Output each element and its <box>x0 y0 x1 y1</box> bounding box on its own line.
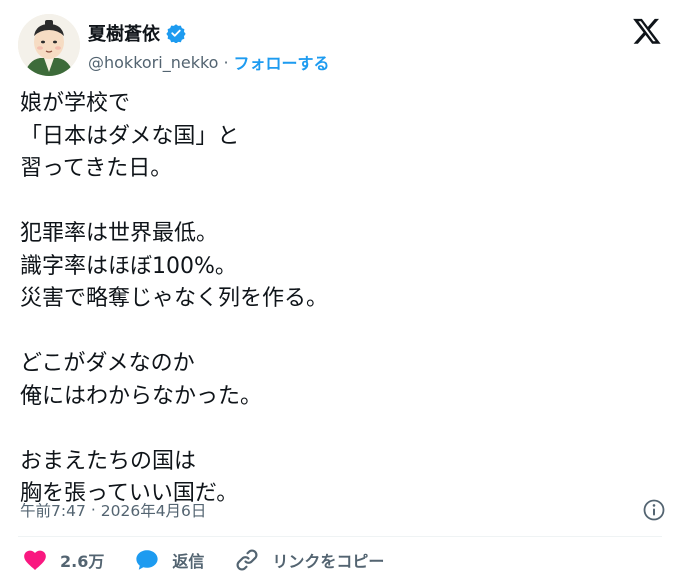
tweet-line: 識字率はほぼ100%。 <box>20 253 237 279</box>
tweet-date[interactable]: 2026年4月6日 <box>101 499 207 521</box>
handle[interactable]: @hokkori_nekko <box>88 53 218 72</box>
timestamp-separator: · <box>90 501 96 519</box>
handle-separator: · <box>223 52 229 72</box>
tweet-card: 夏樹蒼依 @hokkori_nekko · フォローする 娘が学校で 「日本はダ… <box>0 0 680 580</box>
tweet-time[interactable]: 午前7:47 <box>20 499 86 521</box>
name-row: 夏樹蒼依 <box>88 20 186 46</box>
tweet-line: 「日本はダメな国」と <box>20 123 240 149</box>
follow-button[interactable]: フォローする <box>234 50 330 74</box>
tweet-text: 娘が学校で 「日本はダメな国」と 習ってきた日。 犯罪率は世界最低。 識字率はほ… <box>20 88 660 511</box>
tweet-line: 娘が学校で <box>20 91 131 116</box>
x-logo-icon[interactable] <box>632 16 662 46</box>
tweet-line: 災害で略奪じゃなく列を作る。 <box>20 286 329 311</box>
copy-link-label: リンクをコピー <box>272 552 385 571</box>
speech-bubble-icon <box>134 547 160 573</box>
tweet-line: 俺にはわからなかった。 <box>20 383 263 409</box>
heart-icon <box>22 547 48 573</box>
divider <box>18 536 662 537</box>
copy-link-button[interactable]: リンクをコピー <box>234 547 384 573</box>
avatar[interactable] <box>18 14 80 76</box>
timestamp-row: 午前7:47 · 2026年4月6日 <box>20 498 666 522</box>
tweet-line: 犯罪率は世界最低。 <box>20 221 219 246</box>
tweet-line: おまえたちの国は <box>20 448 197 474</box>
like-count: 2.6万 <box>60 552 105 571</box>
tweet-header: 夏樹蒼依 @hokkori_nekko · フォローする <box>18 14 662 78</box>
info-icon[interactable] <box>642 498 666 522</box>
avatar-illustration <box>18 14 80 76</box>
tweet-line: どこがダメなのか <box>20 351 195 376</box>
link-icon <box>234 547 260 573</box>
reply-button[interactable]: 返信 <box>134 547 204 573</box>
verified-badge-icon <box>166 23 186 44</box>
like-button[interactable]: 2.6万 <box>22 547 104 573</box>
reply-label: 返信 <box>172 552 205 571</box>
display-name[interactable]: 夏樹蒼依 <box>88 20 160 46</box>
tweet-line: 習ってきた日。 <box>20 156 173 181</box>
handle-row: @hokkori_nekko · フォローする <box>88 50 330 74</box>
action-bar: 2.6万 返信 リンクをコピー <box>22 546 414 574</box>
